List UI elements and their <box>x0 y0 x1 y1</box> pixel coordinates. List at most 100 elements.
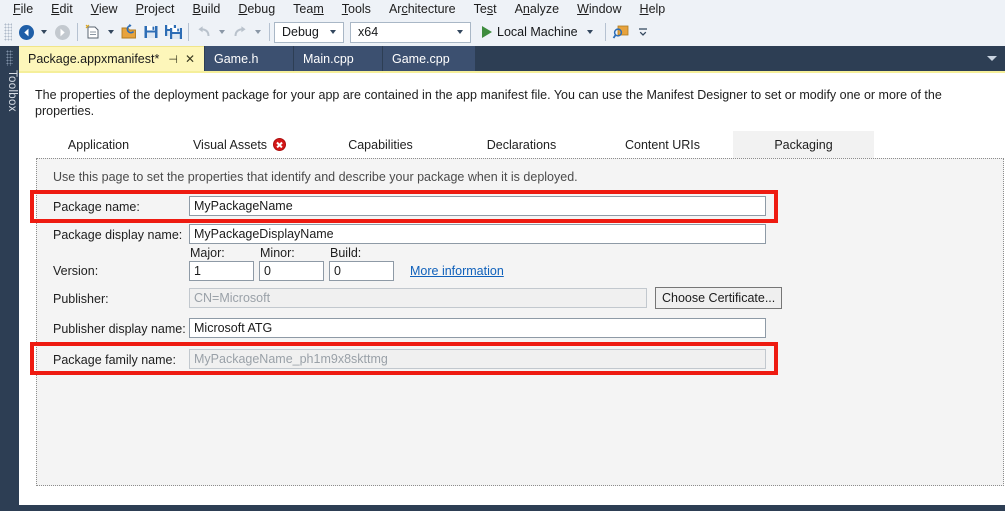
pin-icon[interactable]: ⊣ <box>168 53 178 66</box>
start-debugging-button[interactable]: Local Machine <box>477 21 601 43</box>
tab-declarations[interactable]: Declarations <box>451 131 592 158</box>
menu-item-file[interactable]: File <box>4 0 42 18</box>
menu-item-edit[interactable]: Edit <box>42 0 82 18</box>
package-name-label: Package name: <box>53 200 140 214</box>
tab-visual-assets[interactable]: Visual Assets <box>169 131 310 158</box>
visual-studio-window: File Edit View Project Build Debug Team … <box>0 0 1005 511</box>
packaging-panel: Use this page to set the properties that… <box>36 158 1004 486</box>
menu-item-build[interactable]: Build <box>184 0 230 18</box>
solution-platform-combo[interactable]: x64 <box>350 21 471 43</box>
solution-platform-value: x64 <box>358 25 379 39</box>
navigate-forward-button[interactable] <box>51 21 73 43</box>
document-tab-main-cpp[interactable]: Main.cpp <box>294 46 382 71</box>
menu-item-tools[interactable]: Tools <box>333 0 380 18</box>
attach-to-process-button[interactable] <box>610 21 632 43</box>
menu-bar: File Edit View Project Build Debug Team … <box>0 0 1005 18</box>
tab-application[interactable]: Application <box>28 131 169 158</box>
package-family-name-label: Package family name: <box>53 353 176 367</box>
navigate-back-dropdown-icon[interactable] <box>41 30 47 34</box>
close-icon[interactable]: ✕ <box>185 52 195 66</box>
tab-capabilities[interactable]: Capabilities <box>310 131 451 158</box>
menu-item-view[interactable]: View <box>82 0 127 18</box>
toolbar-grip[interactable] <box>4 23 12 41</box>
version-major-label: Major: <box>190 246 225 260</box>
menu-item-test[interactable]: Test <box>465 0 506 18</box>
menu-item-analyze[interactable]: Analyze <box>506 0 568 18</box>
new-item-button[interactable] <box>82 21 104 43</box>
choose-certificate-button[interactable]: Choose Certificate... <box>655 287 783 309</box>
more-information-link[interactable]: More information <box>410 264 504 278</box>
navigate-back-icon <box>18 24 34 40</box>
publisher-input[interactable] <box>189 288 647 308</box>
tab-content-uris[interactable]: Content URIs <box>592 131 733 158</box>
menu-item-project[interactable]: Project <box>127 0 184 18</box>
error-badge-icon <box>273 138 287 151</box>
save-icon <box>144 26 158 38</box>
manifest-tab-row: Application Visual Assets Capabilities D… <box>28 131 996 158</box>
redo-button[interactable] <box>229 21 251 43</box>
tab-list-chevron-icon <box>987 56 997 61</box>
solution-configuration-combo[interactable]: Debug <box>274 21 344 43</box>
redo-icon <box>234 26 246 37</box>
undo-dropdown-icon[interactable] <box>219 30 225 34</box>
document-tab-game-cpp[interactable]: Game.cpp <box>383 46 475 71</box>
document-tab-strip: Package.appxmanifest* ⊣ ✕ Game.h Main.cp… <box>19 46 1005 71</box>
packaging-panel-hint: Use this page to set the properties that… <box>53 170 578 184</box>
standard-toolbar: Debug x64 Local Machine <box>0 18 1005 46</box>
package-family-name-input[interactable] <box>189 349 766 369</box>
document-tab-package-appxmanifest[interactable]: Package.appxmanifest* ⊣ ✕ <box>19 46 204 71</box>
window-bottom-edge <box>0 505 1005 511</box>
new-item-icon <box>85 24 99 39</box>
toolbar-separator-3 <box>269 23 270 41</box>
document-tab-label: Game.cpp <box>392 51 450 66</box>
toolbar-overflow-button[interactable] <box>632 21 654 43</box>
version-minor-label: Minor: <box>260 246 295 260</box>
tab-packaging[interactable]: Packaging <box>733 131 874 158</box>
tab-list-chevron-button[interactable] <box>979 46 1005 71</box>
toolbar-overflow-icon <box>638 28 647 36</box>
toolbox-panel-strip[interactable]: Toolbox <box>0 46 19 511</box>
publisher-display-name-input[interactable] <box>189 318 766 338</box>
debug-target-label: Local Machine <box>497 25 578 39</box>
tab-label: Capabilities <box>348 137 413 152</box>
tab-label: Declarations <box>486 137 557 152</box>
tab-label: Application <box>67 137 130 152</box>
document-tab-label: Main.cpp <box>303 51 354 66</box>
document-tab-game-h[interactable]: Game.h <box>205 46 293 71</box>
open-file-button[interactable] <box>118 21 140 43</box>
version-major-input[interactable] <box>189 261 254 281</box>
play-icon <box>482 26 492 38</box>
package-display-name-input[interactable] <box>189 224 766 244</box>
manifest-designer-surface: The properties of the deployment package… <box>19 71 1005 505</box>
menu-item-help[interactable]: Help <box>631 0 675 18</box>
menu-item-team[interactable]: Team <box>284 0 333 18</box>
menu-item-architecture[interactable]: Architecture <box>380 0 465 18</box>
debug-target-chevron-icon[interactable] <box>586 30 593 34</box>
open-file-icon <box>121 24 136 39</box>
undo-button[interactable] <box>193 21 215 43</box>
save-all-icon <box>164 25 182 39</box>
document-tab-label: Package.appxmanifest* <box>28 52 160 66</box>
toolbox-label[interactable]: Toolbox <box>2 70 18 112</box>
package-display-name-label: Package display name: <box>53 228 183 242</box>
undo-icon <box>198 26 210 37</box>
solution-configuration-chevron-icon[interactable] <box>325 23 341 42</box>
new-item-dropdown-icon[interactable] <box>108 30 114 34</box>
toolbox-grip-icon <box>6 50 13 66</box>
navigate-forward-icon <box>54 24 70 40</box>
solution-platform-chevron-icon[interactable] <box>452 23 468 42</box>
toolbar-separator-2 <box>188 23 189 41</box>
redo-dropdown-icon[interactable] <box>255 30 261 34</box>
solution-configuration-value: Debug <box>282 25 319 39</box>
package-name-input[interactable] <box>189 196 766 216</box>
save-all-button[interactable] <box>162 21 184 43</box>
publisher-label: Publisher: <box>53 292 109 306</box>
menu-item-debug[interactable]: Debug <box>229 0 284 18</box>
publisher-display-name-label: Publisher display name: <box>53 322 186 336</box>
navigate-back-button[interactable] <box>15 21 37 43</box>
tab-strip-spacer <box>476 46 979 71</box>
version-minor-input[interactable] <box>259 261 324 281</box>
menu-item-window[interactable]: Window <box>568 0 630 18</box>
save-button[interactable] <box>140 21 162 43</box>
version-build-input[interactable] <box>329 261 394 281</box>
